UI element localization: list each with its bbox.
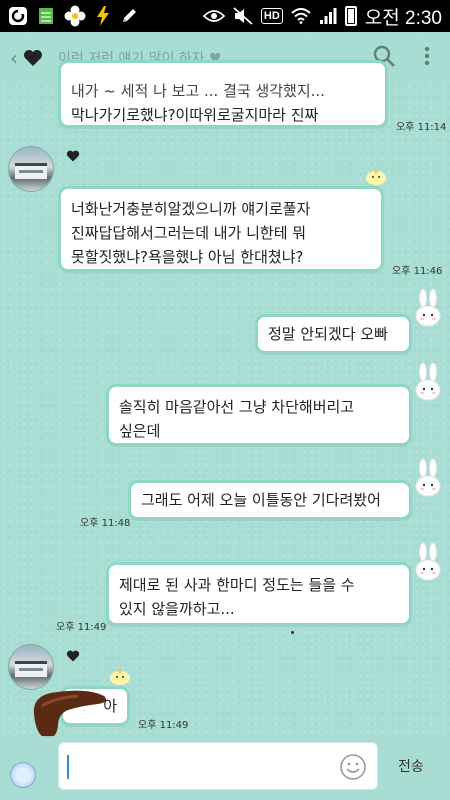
avatar[interactable] [8, 644, 54, 690]
message-bubble[interactable]: 그래도 어제 오늘 이틀동안 기다려봤어 [128, 480, 412, 520]
message-input[interactable] [58, 742, 378, 790]
charging-bolt-icon [96, 5, 110, 27]
message-line: 솔직히 마음같아선 그냥 차단해버리고 [119, 398, 355, 416]
clock: 오전 2:30 [364, 7, 442, 29]
message-line: 정말 안되겠다 오빠 [268, 325, 388, 343]
avatar[interactable] [8, 146, 54, 192]
message-input-bar: 전송 [0, 736, 450, 800]
message-bubble[interactable]: 너화난거충분히알겠으니까 얘기로풀자 진짜답답해서그러는데 내가 니한테 뭐 못… [58, 186, 384, 272]
hd-badge: HD [260, 8, 283, 24]
message-bubble[interactable]: 솔직히 마음같아선 그냥 차단해버리고 싶은데 [106, 384, 412, 446]
message-time: 오후 11:48 [80, 518, 131, 529]
bunny-sticker-icon [414, 542, 442, 586]
message-line: 내가 ~ 세적 나 보고 ... 결국 생각했지... [71, 82, 325, 100]
emoji-icon[interactable] [339, 753, 367, 785]
heart-icon [66, 648, 80, 662]
attach-button[interactable] [10, 762, 36, 788]
bunny-sticker-icon [414, 362, 442, 406]
more-vertical-icon[interactable] [424, 46, 430, 70]
status-bar: HD 오전 2:30 [0, 0, 450, 32]
app-logo-icon [8, 5, 28, 27]
chevron-left-icon[interactable]: ‹ [10, 46, 18, 70]
message-line: 막나가기로했냐?이따위로굴지마라 진짜 [71, 106, 319, 124]
message-time: 오후 11:49 [138, 720, 189, 731]
message-bubble[interactable]: 제대로 된 사과 한마디 정도는 들을 수 있지 않을까하고... [106, 562, 412, 626]
message-time: 오후 11:14 [396, 122, 447, 133]
signal-icon [319, 5, 337, 27]
message-line: 못할짓했냐?욕을했냐 아님 한대쳤냐? [71, 248, 304, 266]
message-line: 제대로 된 사과 한마디 정도는 들을 수 [119, 576, 355, 594]
send-button[interactable]: 전송 [398, 756, 424, 776]
message-line: 있지 않을까하고... [119, 600, 235, 618]
message-line: 싶은데 [119, 422, 161, 440]
mute-icon [233, 5, 253, 27]
message-line: 너화난거충분히알겠으니까 얘기로풀자 [71, 200, 311, 218]
notes-icon [38, 5, 54, 27]
bunny-sticker-icon [414, 458, 442, 502]
message-line: 그래도 어제 오늘 이틀동안 기다려봤어 [141, 491, 381, 509]
heart-icon [22, 47, 44, 69]
message-line: 진짜답답해서그러는데 내가 니한테 뭐 [71, 224, 307, 242]
pencil-icon [120, 5, 138, 27]
message-bubble[interactable]: 내가 ~ 세적 나 보고 ... 결국 생각했지... 막나가기로했냐?이따위로… [58, 60, 388, 128]
message-time: 오후 11:49 [56, 622, 107, 633]
heart-icon [66, 148, 80, 162]
flower-icon [64, 5, 86, 27]
text-caret [67, 755, 69, 779]
bunny-sticker-icon [414, 288, 442, 332]
dot-mark [291, 631, 294, 634]
message-time: 오후 11:46 [392, 266, 443, 277]
wifi-icon [291, 5, 311, 27]
eye-icon [202, 5, 225, 27]
battery-icon [344, 6, 357, 26]
message-bubble[interactable]: 정말 안되겠다 오빠 [255, 314, 412, 354]
